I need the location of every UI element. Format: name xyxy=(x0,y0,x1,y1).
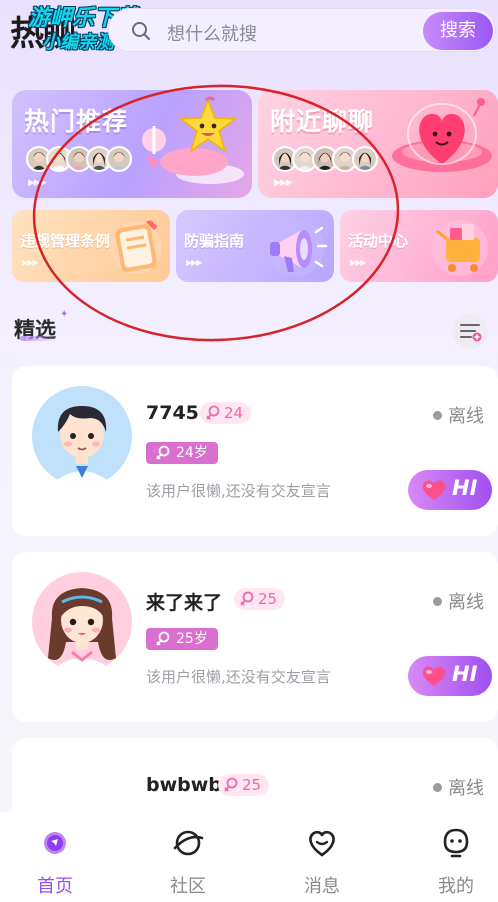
avatar[interactable] xyxy=(32,572,132,672)
search-input[interactable]: 想什么就搜 xyxy=(167,20,257,46)
card-title: 违规管理条例 xyxy=(20,232,111,250)
say-hi-button[interactable]: HI xyxy=(408,470,492,510)
chevron-right-icon: ▶▶▶ xyxy=(274,178,293,188)
planet-icon xyxy=(173,830,204,856)
female-icon xyxy=(156,631,170,646)
search-icon xyxy=(132,22,150,40)
heart-icon xyxy=(422,480,446,500)
megaphone-icon xyxy=(268,220,328,276)
user-bio: 该用户很懒,还没有交友宣言 xyxy=(146,482,331,500)
nav-label: 我的 xyxy=(438,876,474,897)
home-planet-icon xyxy=(44,832,66,854)
card-anti-fraud[interactable]: 防骗指南 ▶▶▶ xyxy=(176,210,334,282)
banner-hot-recommend[interactable]: 热门推荐 ▶▶▶ xyxy=(12,90,252,198)
filter-icon xyxy=(460,324,482,342)
card-activity-center[interactable]: 活动中心 ▶▶▶ xyxy=(340,210,498,282)
age-value: 24岁 xyxy=(176,445,208,461)
hi-label: HI xyxy=(452,476,478,500)
banner-nearby-chat[interactable]: 附近聊聊 ▶▶▶ xyxy=(258,90,498,198)
search-bar[interactable]: 想什么就搜 搜索 xyxy=(108,8,496,52)
user-name: 7745 xyxy=(146,402,199,424)
tag-value: 25 xyxy=(242,776,262,794)
heart-chat-icon xyxy=(309,830,335,857)
tag-value: 25 xyxy=(258,590,278,608)
document-icon xyxy=(110,220,162,274)
say-hi-button[interactable]: HI xyxy=(408,656,492,696)
online-status: 离线 xyxy=(433,774,484,800)
banner-title: 附近聊聊 xyxy=(270,107,375,136)
online-status: 离线 xyxy=(433,402,484,428)
heart-ufo-icon xyxy=(392,98,492,172)
shopping-cart-icon xyxy=(432,220,488,276)
user-card[interactable]: 来了来了 25 25岁 该用户很懒,还没有交友宣言 离线 HI xyxy=(12,552,498,722)
user-bio: 该用户很懒,还没有交友宣言 xyxy=(146,668,331,686)
card-title: 防骗指南 xyxy=(184,232,245,250)
search-button[interactable]: 搜索 xyxy=(423,12,493,50)
nav-label: 首页 xyxy=(37,876,73,897)
nav-community[interactable]: 社区 xyxy=(148,824,228,897)
card-title: 活动中心 xyxy=(348,232,409,250)
gender-tag: 24 xyxy=(200,402,252,424)
card-rules[interactable]: 违规管理条例 ▶▶▶ xyxy=(12,210,170,282)
age-badge: 25岁 xyxy=(146,628,218,650)
chevron-right-icon: ▶▶▶ xyxy=(28,178,47,188)
user-card[interactable]: 7745 24 24岁 该用户很懒,还没有交友宣言 离线 HI xyxy=(12,366,498,536)
age-badge: 24岁 xyxy=(146,442,218,464)
ghost-face-icon xyxy=(443,828,469,858)
nav-mine[interactable]: 我的 xyxy=(416,824,496,897)
status-text: 离线 xyxy=(448,778,484,799)
gender-tag: 25 xyxy=(218,774,270,796)
tag-value: 24 xyxy=(224,404,244,422)
user-name: 来了来了 xyxy=(146,592,223,614)
nav-label: 社区 xyxy=(170,876,206,897)
avatar[interactable] xyxy=(32,386,132,486)
nav-label: 消息 xyxy=(304,876,340,897)
sparkle-icon: ✦ xyxy=(60,309,69,320)
female-icon xyxy=(224,777,238,792)
status-text: 离线 xyxy=(448,592,484,613)
status-dot xyxy=(433,410,442,420)
status-dot xyxy=(433,782,442,792)
banner-title: 热门推荐 xyxy=(24,107,129,136)
online-status: 离线 xyxy=(433,588,484,614)
filter-button[interactable] xyxy=(452,313,488,349)
gender-tag: 25 xyxy=(234,588,286,610)
chevron-right-icon: ▶▶▶ xyxy=(22,258,39,267)
chevron-right-icon: ▶▶▶ xyxy=(350,258,367,267)
top-bar: 热聊 游岬乐下载 小编亲测 想什么就搜 搜索 xyxy=(0,0,498,62)
rocket-star-icon xyxy=(142,96,244,184)
title-underline xyxy=(20,336,56,341)
status-dot xyxy=(433,596,442,606)
bottom-nav: 首页 社区 消息 我的 xyxy=(0,812,498,902)
user-name: bwbwb xyxy=(146,774,222,796)
female-icon xyxy=(156,445,170,460)
avatar xyxy=(352,146,378,172)
female-icon xyxy=(240,591,254,606)
age-value: 25岁 xyxy=(176,631,208,647)
female-icon xyxy=(206,405,220,420)
heart-icon xyxy=(422,666,446,686)
status-text: 离线 xyxy=(448,406,484,427)
nav-messages[interactable]: 消息 xyxy=(282,824,362,897)
nav-home[interactable]: 首页 xyxy=(15,824,95,897)
chevron-right-icon: ▶▶▶ xyxy=(186,258,203,267)
avatar xyxy=(106,146,132,172)
hi-label: HI xyxy=(452,662,478,686)
